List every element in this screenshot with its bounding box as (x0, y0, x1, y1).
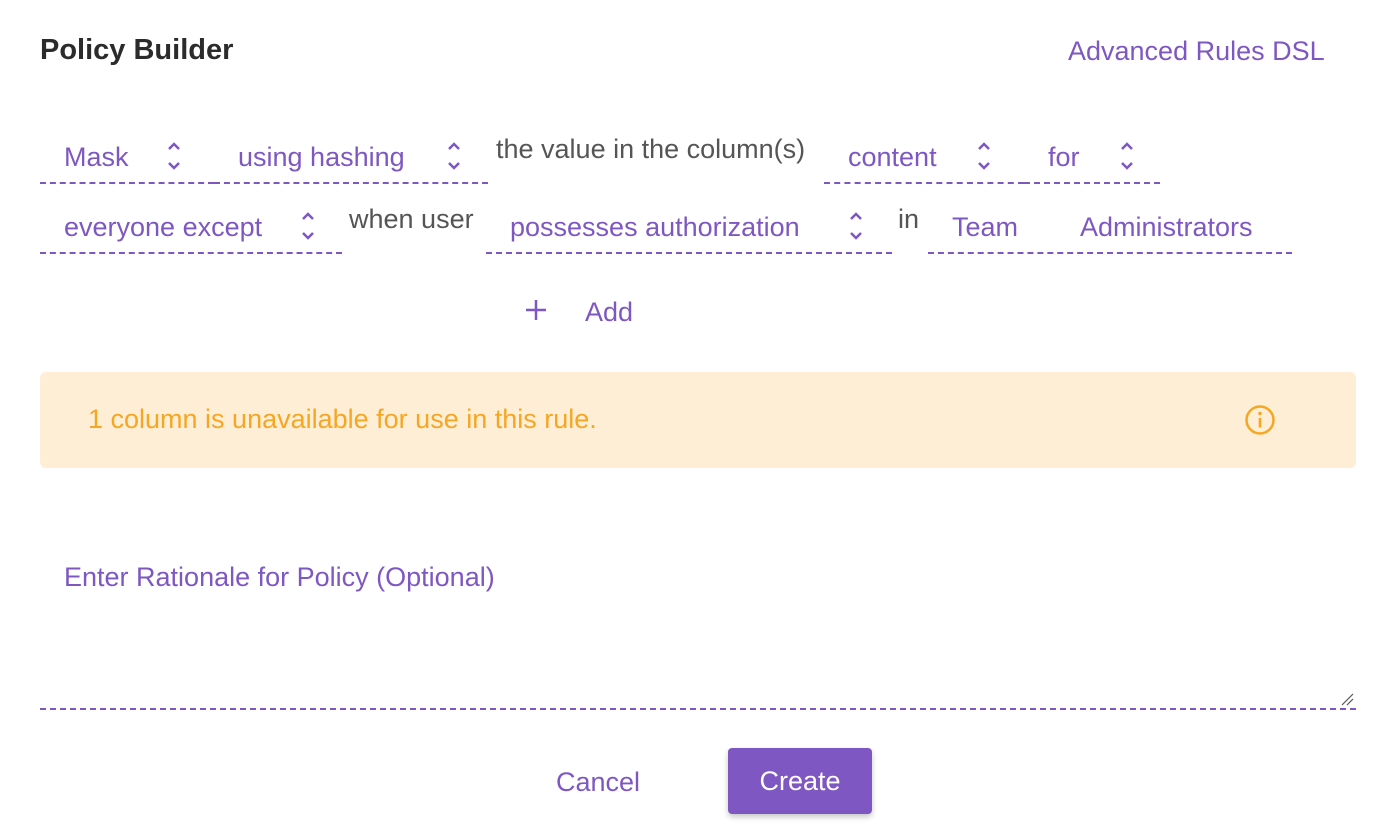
page-title: Policy Builder (40, 34, 234, 66)
for-select-value: for (1048, 142, 1080, 172)
when-user-text: when user (349, 204, 474, 234)
condition-select-value: possesses authorization (510, 212, 800, 242)
chevron-updown-icon (978, 142, 990, 170)
column-select-value: content (848, 142, 937, 172)
info-icon[interactable] (1244, 404, 1276, 436)
add-condition-label: Add (585, 297, 634, 327)
column-connector-text: the value in the column(s) (496, 134, 806, 164)
chevron-updown-icon (448, 142, 460, 170)
column-select[interactable]: content (824, 136, 1024, 184)
group-input[interactable]: Team Administrators (928, 206, 1292, 254)
action-select-value: Mask (64, 142, 129, 172)
advanced-rules-dsl-link[interactable]: Advanced Rules DSL (1068, 36, 1325, 67)
audience-select[interactable]: everyone except (40, 206, 342, 254)
rationale-textarea[interactable]: Enter Rationale for Policy (Optional) (40, 540, 1356, 710)
add-condition-button[interactable]: Add (520, 294, 650, 334)
chevron-updown-icon (850, 212, 862, 240)
for-select[interactable]: for (1024, 136, 1160, 184)
method-select[interactable]: using hashing (214, 136, 488, 184)
method-select-value: using hashing (238, 142, 405, 172)
in-text: in (898, 204, 920, 234)
chevron-updown-icon (168, 142, 180, 170)
chevron-updown-icon (1121, 142, 1133, 170)
resize-grip-icon[interactable] (1340, 692, 1354, 706)
chevron-updown-icon (302, 212, 314, 240)
group-input-value-administrators: Administrators (1080, 212, 1253, 242)
warning-alert-message: 1 column is unavailable for use in this … (88, 404, 597, 434)
rationale-placeholder: Enter Rationale for Policy (Optional) (64, 562, 495, 592)
audience-select-value: everyone except (64, 212, 263, 242)
policy-builder-page: Policy Builder Advanced Rules DSL Mask u… (0, 0, 1395, 839)
action-select[interactable]: Mask (40, 136, 214, 184)
group-input-value-team: Team (952, 212, 1019, 242)
plus-icon (526, 300, 546, 320)
warning-alert: 1 column is unavailable for use in this … (40, 372, 1356, 468)
condition-select[interactable]: possesses authorization (486, 206, 892, 254)
cancel-button[interactable]: Cancel (540, 752, 656, 812)
create-button[interactable]: Create (728, 748, 872, 814)
